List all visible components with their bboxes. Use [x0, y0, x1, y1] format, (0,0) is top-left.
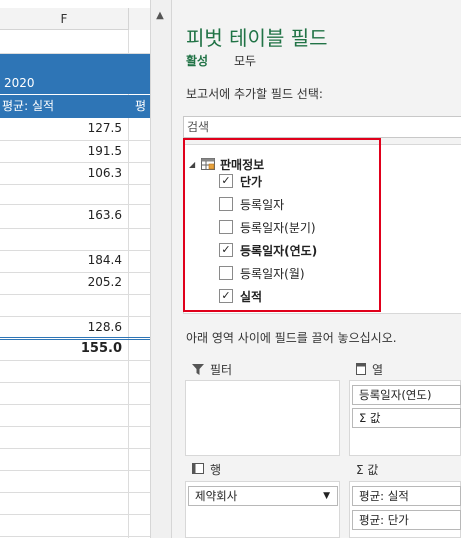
row-line — [0, 492, 150, 493]
filter-drop-area[interactable] — [185, 380, 340, 456]
grand-total-border — [0, 337, 150, 340]
pivot-cell[interactable]: 163.6 — [0, 208, 122, 222]
pivot-cell[interactable]: 128.6 — [0, 320, 122, 334]
tab-active[interactable]: 활성 — [186, 52, 208, 69]
scroll-up-arrow-icon[interactable]: ▲ — [152, 8, 168, 24]
pivot-cell[interactable]: 127.5 — [0, 121, 122, 135]
rows-field-label: 제약회사 — [195, 489, 238, 503]
row-line — [0, 294, 150, 295]
row-line — [0, 228, 150, 229]
vertical-scrollbar[interactable] — [150, 0, 172, 538]
pivot-value-header-next[interactable]: 평 — [135, 95, 146, 117]
grand-total-cell[interactable]: 155.0 — [0, 341, 122, 356]
columns-icon — [356, 363, 366, 375]
highlight-box — [183, 138, 381, 312]
row-line — [0, 382, 150, 383]
pivot-value-header[interactable]: 평균: 실적 — [2, 95, 54, 117]
rows-field-pill[interactable]: 제약회사 ▼ — [188, 486, 338, 506]
column-header-f[interactable]: F — [0, 8, 128, 30]
pivot-cell[interactable]: 191.5 — [0, 144, 122, 158]
column-header-g[interactable] — [128, 8, 150, 30]
columns-area-title: 열 — [372, 363, 384, 377]
pivot-value-header-row: 평균: 실적 평 — [0, 95, 150, 118]
pivot-cell[interactable]: 184.4 — [0, 253, 122, 267]
drag-instruction: 아래 영역 사이에 필드를 끌어 놓으십시오. — [186, 331, 397, 345]
row-line — [0, 404, 150, 405]
row-line — [0, 360, 150, 361]
row-line — [0, 250, 150, 251]
row-line — [0, 184, 150, 185]
values-field-pill[interactable]: 평균: 실적 — [352, 486, 461, 506]
pivot-year-header[interactable]: 2020 — [4, 76, 35, 90]
row-line — [0, 204, 150, 205]
columns-field-pill[interactable]: 등록일자(연도) — [352, 385, 461, 405]
row-line — [0, 316, 150, 317]
columns-values-pill[interactable]: Σ 값 — [352, 408, 461, 428]
rows-icon — [192, 463, 204, 474]
row-line — [0, 470, 150, 471]
row-line — [0, 162, 150, 163]
dropdown-arrow-icon[interactable]: ▼ — [323, 487, 330, 505]
row-line — [0, 272, 150, 273]
row-line — [0, 448, 150, 449]
row-line — [0, 514, 150, 515]
values-area-title: Σ 값 — [356, 463, 379, 477]
values-field-pill[interactable]: 평균: 단가 — [352, 510, 461, 530]
row-line — [0, 426, 150, 427]
choose-fields-label: 보고서에 추가할 필드 선택: — [186, 87, 323, 101]
tab-all[interactable]: 모두 — [234, 52, 256, 69]
row-line — [0, 140, 150, 141]
field-search-input[interactable]: 검색 — [183, 116, 461, 138]
filter-icon — [192, 364, 204, 375]
row-line — [0, 536, 150, 537]
pivot-cell[interactable]: 106.3 — [0, 166, 122, 180]
filter-area-title: 필터 — [210, 363, 233, 377]
spreadsheet-grid[interactable]: F 2020 평균: 실적 평 127.5 191.5 106.3 163.6 … — [0, 0, 150, 538]
pivot-cell[interactable]: 205.2 — [0, 275, 122, 289]
rows-area-title: 행 — [210, 463, 222, 477]
panel-title: 피벗 테이블 필드 — [186, 26, 328, 50]
